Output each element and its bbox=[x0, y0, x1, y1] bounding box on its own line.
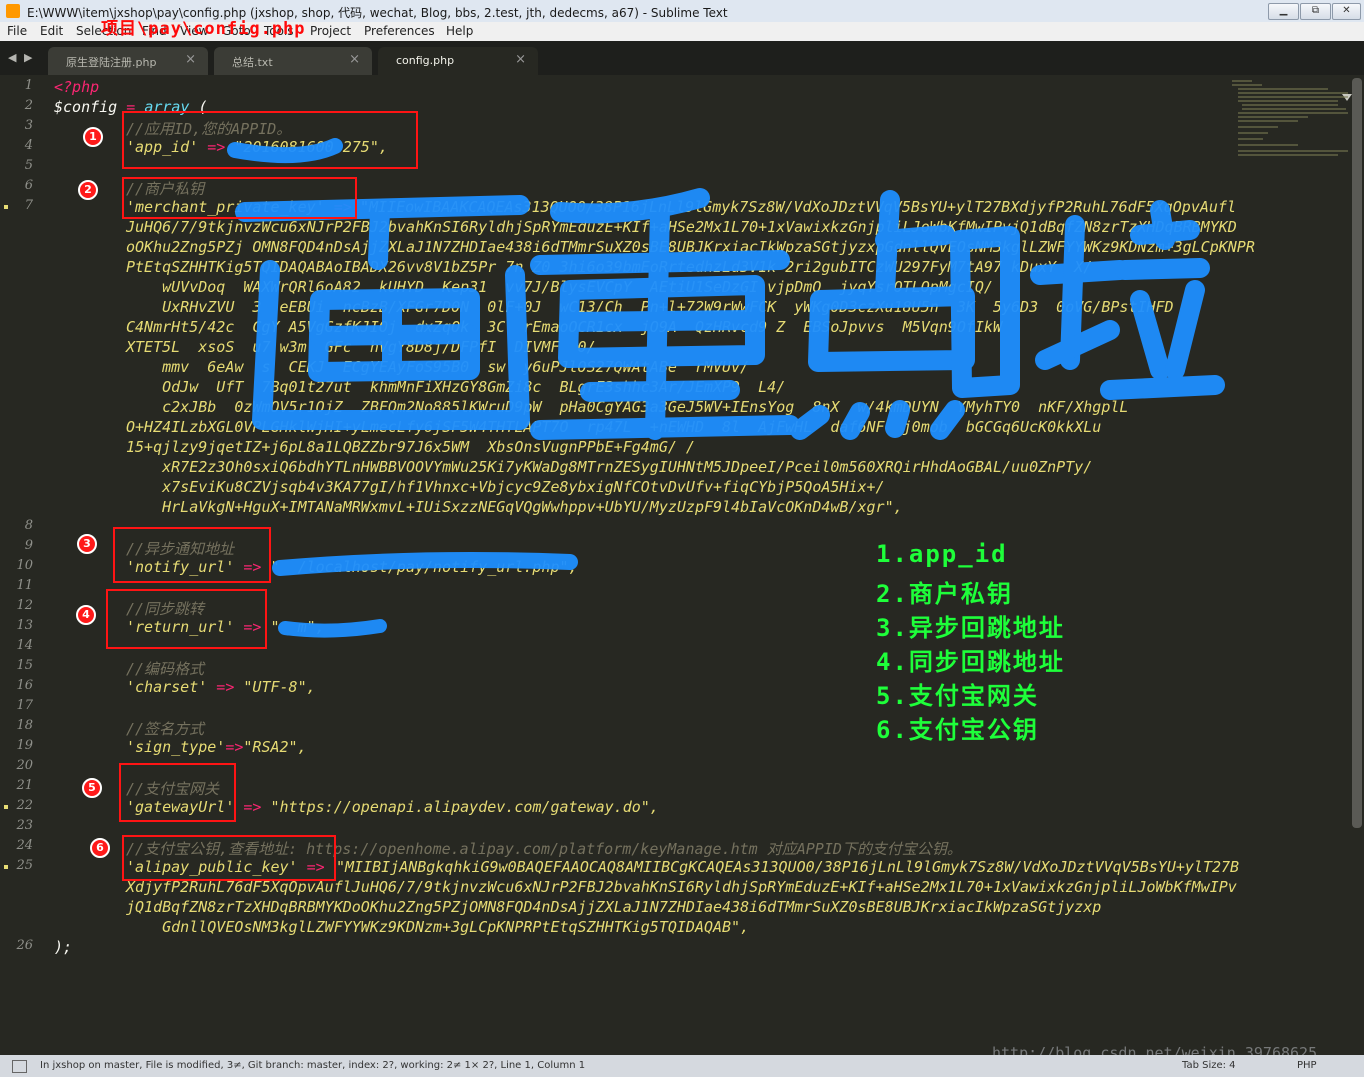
minimize-button[interactable]: ▁ bbox=[1268, 3, 1299, 20]
sublime-app-icon bbox=[6, 4, 20, 18]
php-open-tag: <?php bbox=[54, 78, 100, 96]
highlight-box-app-id bbox=[122, 111, 418, 169]
annotation-number: 2 bbox=[78, 180, 98, 200]
value-charset: "UTF-8", bbox=[243, 678, 316, 696]
highlight-box-private-key bbox=[122, 177, 357, 219]
status-bar: In jxshop on master, File is modified, 3… bbox=[0, 1055, 1364, 1077]
public-key-line: jQ1dBqfZN8zrTzXHDqBRBMYKDoOKhu2Zng5PZjOM… bbox=[126, 898, 1102, 916]
menu-help[interactable]: Help bbox=[446, 24, 473, 38]
private-key-line: C4NmrHt5/42c CgY A5VgGzfKJIOj dxZqOk 3C … bbox=[126, 318, 1002, 336]
menu-preferences[interactable]: Preferences bbox=[364, 24, 435, 38]
private-key-line: mmv 6eAw s CEKJ ECgYEAyFoS95B0 sw y6uPJl… bbox=[126, 358, 750, 376]
annotation-number: 5 bbox=[82, 778, 102, 798]
annotation-number: 6 bbox=[90, 838, 110, 858]
private-key-line: xR7E2z3Oh0sxiQ6bdhYTLnHWBBVOOVYmWu25Ki7y… bbox=[126, 458, 1093, 476]
arrow-operator: => bbox=[234, 798, 271, 816]
code-line-charset: 'charset' => "UTF-8", bbox=[126, 678, 316, 696]
key-charset: 'charset' bbox=[126, 678, 208, 696]
status-text: In jxshop on master, File is modified, 3… bbox=[40, 1060, 586, 1071]
comment-sign-type: //签名方式 bbox=[126, 720, 205, 738]
path-note-annotation: 项目\pay\config.php bbox=[101, 19, 306, 39]
maximize-button[interactable]: ⧉ bbox=[1300, 3, 1331, 20]
config-variable: $config bbox=[54, 98, 118, 116]
private-key-line: 15+qjlzy9jqetIZ+j6pL8a1LQBZZbr97J6x5WM X… bbox=[126, 438, 695, 456]
private-key-line: HrLaVkgN+HguX+IMTANaMRWxmvL+IUiSxzzNEGqV… bbox=[126, 498, 903, 516]
menu-project[interactable]: Project bbox=[310, 24, 351, 38]
legend-public-key: 6.支付宝公钥 bbox=[876, 716, 1039, 744]
private-key-line: "MIIEowIBAAKCAQEAs313QUO0/38P16jLnLl9lGm… bbox=[360, 198, 1236, 216]
syntax-selector[interactable]: PHP bbox=[1297, 1060, 1317, 1071]
legend-gateway: 5.支付宝网关 bbox=[876, 682, 1039, 710]
code-line-close: ); bbox=[54, 938, 73, 956]
legend-sync-url: 4.同步回跳地址 bbox=[876, 648, 1065, 676]
private-key-line: O+HZ4ILzbXGL0VPLGHklWjHI+yLmecLfy6jSF5W4… bbox=[126, 418, 1102, 436]
value-sign-type: "RSA2", bbox=[243, 738, 307, 756]
private-key-line: XTET5L xsoS u7 w3m GFc hVgY8D8j/DFPfI DI… bbox=[126, 338, 596, 356]
annotation-number: 4 bbox=[76, 605, 96, 625]
value-notify-url: " /localhost/pay/notify_url.php", bbox=[270, 558, 578, 576]
menu-edit[interactable]: Edit bbox=[40, 24, 63, 38]
private-key-line: PtEtqSZHHTKig5TQIDAQABAoIBADX26vv8V1bZ5P… bbox=[126, 258, 1093, 276]
public-key-line: GdnllQVEOsNM3kglLZWFYYWKz9KDNzm+3gLCpKNP… bbox=[126, 918, 750, 936]
legend-async-url: 3.异步回跳地址 bbox=[876, 614, 1065, 642]
value-return-url: " m", bbox=[270, 618, 325, 636]
tab-label: 原生登陆注册.php bbox=[66, 56, 157, 69]
close-tab-icon[interactable]: × bbox=[515, 52, 526, 67]
close-window-button[interactable]: ✕ bbox=[1332, 3, 1361, 20]
highlight-box-gateway bbox=[119, 763, 236, 822]
minimap[interactable] bbox=[1232, 78, 1352, 168]
panel-toggle-icon[interactable] bbox=[12, 1060, 27, 1073]
private-key-line: UxRHvZVU 3 eEBUi ncBzB/XFGr7D0N 0lF+0J w… bbox=[126, 298, 1174, 316]
menu-file[interactable]: File bbox=[7, 24, 27, 38]
code-line-sign-type: 'sign_type'=>"RSA2", bbox=[126, 738, 307, 756]
annotation-number: 1 bbox=[83, 127, 103, 147]
legend-private-key: 2.商户私钥 bbox=[876, 580, 1013, 608]
tab-label: 总结.txt bbox=[232, 56, 273, 69]
tab-label: config.php bbox=[396, 54, 455, 67]
tab-bar: 原生登陆注册.php × 总结.txt × config.php × bbox=[0, 41, 1364, 101]
highlight-box-return-url bbox=[106, 589, 267, 649]
arrow-operator: => bbox=[207, 678, 244, 696]
value-gateway-url: "https://openapi.alipaydev.com/gateway.d… bbox=[270, 798, 659, 816]
highlight-box-public-key bbox=[122, 835, 336, 881]
code-line: <?php bbox=[54, 78, 99, 96]
tab-summary[interactable]: 总结.txt × bbox=[214, 47, 372, 75]
private-key-line: OdJw UfT 7Bq01t27ut khmMnFiXHzGY8GmZi8c … bbox=[126, 378, 786, 396]
tab-nav-arrows-icon[interactable]: ◀ ▶ bbox=[8, 51, 34, 64]
annotation-number: 3 bbox=[77, 534, 97, 554]
tab-config[interactable]: config.php × bbox=[378, 47, 538, 75]
private-key-line: wUVvDoq WAXWrQRl6oA82 kUHYD Kep31 vv7J/B… bbox=[126, 278, 993, 296]
private-key-line: x7sEviKu8CZVjsqb4v3KA77gI/hf1Vhnxc+Vbjcy… bbox=[126, 478, 885, 496]
key-sign-type: 'sign_type' bbox=[126, 738, 226, 756]
private-key-line: JuHQ6/7/9tkjnvzWcu6xNJrP2FBJ2bvahKnSI6Ry… bbox=[126, 218, 1237, 236]
private-key-line: oOKhu2Zng5PZj OMN8FQD4nDsAjjZXLaJ1N7ZHDI… bbox=[126, 238, 1255, 256]
tab-register[interactable]: 原生登陆注册.php × bbox=[48, 47, 208, 75]
close-tab-icon[interactable]: × bbox=[349, 52, 360, 67]
comment-charset: //编码格式 bbox=[126, 660, 205, 678]
vertical-scrollbar[interactable] bbox=[1352, 78, 1362, 828]
close-tab-icon[interactable]: × bbox=[185, 52, 196, 67]
highlight-box-notify-url bbox=[113, 527, 271, 583]
public-key-line: "MIIBIjANBgkqhkiG9w0BAQEFAAOCAQ8AMIIBCgK… bbox=[336, 858, 1240, 876]
arrow-operator: => bbox=[225, 738, 244, 756]
tab-size-selector[interactable]: Tab Size: 4 bbox=[1182, 1060, 1236, 1071]
legend-app-id: 1.app_id bbox=[876, 540, 1008, 568]
private-key-line: c2xJBb 0zWmOV5r1OjZ ZBFQm2No885lKWruD9pW… bbox=[126, 398, 1129, 416]
